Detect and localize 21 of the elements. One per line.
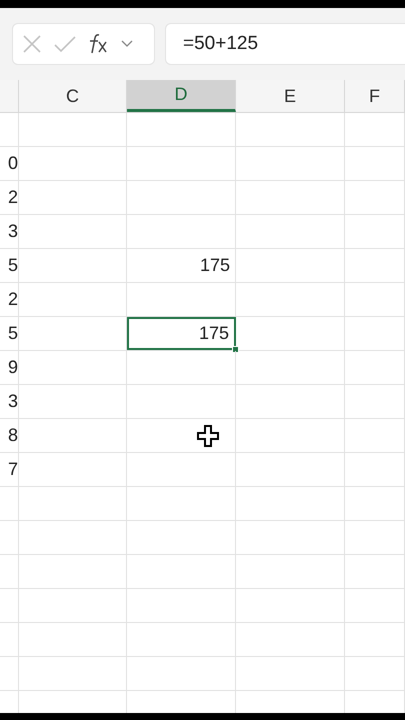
- table-cell: 2: [0, 181, 19, 214]
- fill-handle[interactable]: [232, 346, 239, 353]
- cross-cursor-icon: [197, 425, 219, 447]
- table-cell[interactable]: 175: [127, 249, 236, 282]
- table-cell: 0: [0, 147, 19, 180]
- table-cell: 7: [0, 453, 19, 486]
- table-cell: 5: [0, 249, 19, 282]
- chevron-down-icon[interactable]: [121, 40, 133, 48]
- table-cell: 3: [0, 215, 19, 248]
- table-cell: 8: [0, 419, 19, 452]
- check-icon[interactable]: [53, 34, 77, 54]
- cancel-icon[interactable]: [21, 33, 43, 55]
- table-cell: 9: [0, 351, 19, 384]
- column-header[interactable]: E: [236, 80, 345, 112]
- selected-cell[interactable]: 175: [127, 317, 236, 350]
- table-cell: 5: [0, 317, 19, 350]
- column-header[interactable]: D: [127, 80, 236, 112]
- table-cell: 2: [0, 283, 19, 316]
- formula-field[interactable]: =50+125: [165, 23, 405, 65]
- column-header[interactable]: F: [345, 80, 405, 112]
- table-cell: 3: [0, 385, 19, 418]
